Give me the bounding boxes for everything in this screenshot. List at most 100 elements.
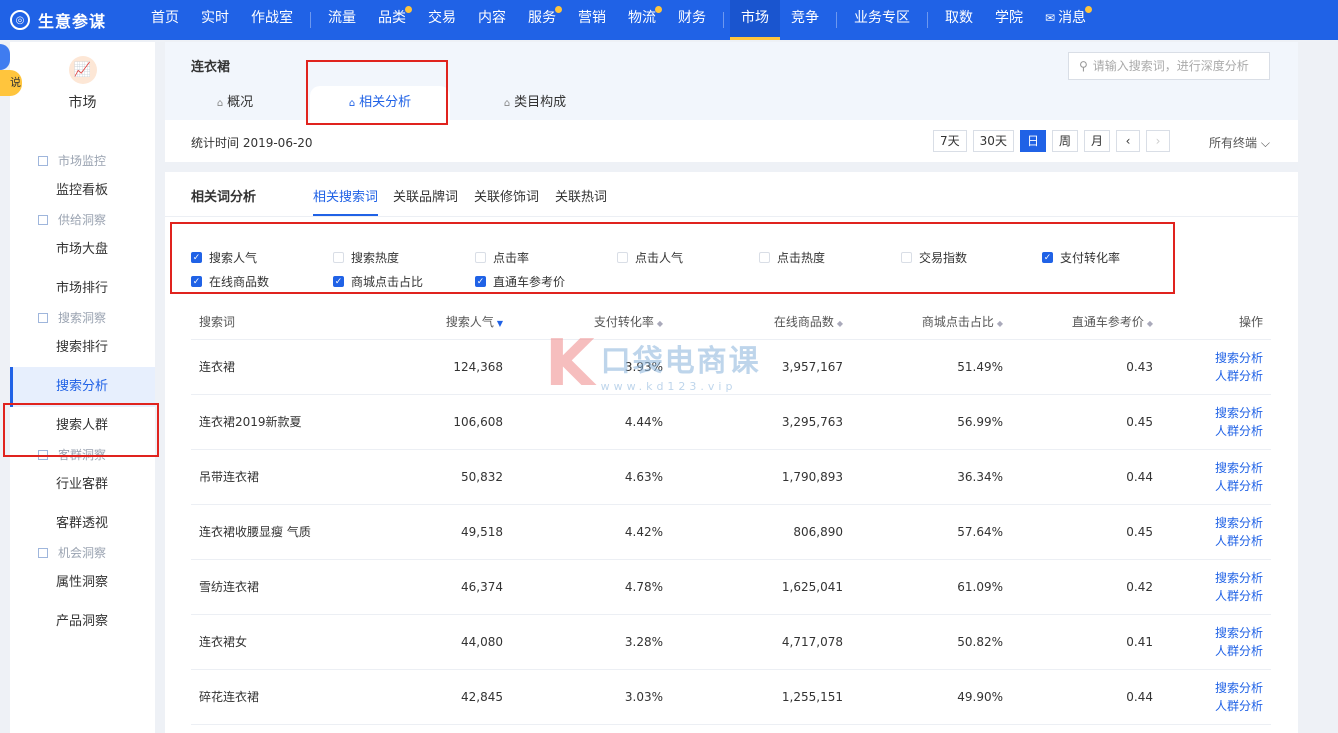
nav-item-1-0[interactable]: 流量 [317,0,367,40]
date-button[interactable]: 7天 [933,130,967,152]
nav-item-1-5[interactable]: 营销 [567,0,617,40]
group-building-icon [38,155,48,166]
date-button[interactable]: 日 [1019,130,1046,152]
date-button[interactable]: 周 [1051,130,1078,152]
metric-checkbox[interactable]: 搜索热度 [333,249,399,266]
related-words-panel: 相关词分析 相关搜索词 关联品牌词 关联修饰词 关联热词 ✓ 搜索人气 搜索热度 点击率 点击… [165,172,1298,733]
category-header-panel: 连衣裙 ⚲ 请输入搜索词，进行深度分析 ⌂ 概况 ⌂ 相关分析 ⌂ 类目构成 统计时间 20… [165,42,1298,162]
sidebar-item[interactable]: 客群透视 [10,504,155,544]
nav-item-1-1[interactable]: 品类 [367,0,417,40]
column-label: 操作 [1238,315,1263,330]
nav-item-label: 竞争 [791,10,819,26]
search-input[interactable]: ⚲ 请输入搜索词，进行深度分析 [1068,52,1270,80]
crowd-analysis-link[interactable]: 人群分析 [1169,587,1263,605]
crowd-analysis-link[interactable]: 人群分析 [1169,642,1263,660]
tab-0[interactable]: ⌂ 概况 [190,86,280,120]
nav-item-1-3[interactable]: 内容 [467,0,517,40]
nav-item-0-0[interactable]: 首页 [140,0,190,40]
sidebar-item[interactable]: 搜索排行 [10,328,155,368]
table-row: 连衣裙女 44,080 3.28% 4,717,078 50.82% 0.41 搜索分析 人群… [191,614,1271,670]
nav-separator [310,12,311,28]
sidebar-item[interactable]: 属性洞察 [10,563,155,603]
metric-checkbox[interactable]: 交易指数 [901,249,967,266]
tab-2[interactable]: ⌂ 类目构成 [480,86,590,120]
search-analysis-link[interactable]: 搜索分析 [1169,404,1263,422]
metric-checkbox[interactable]: 点击热度 [759,249,825,266]
unchecked-box [901,252,912,263]
nav-item-4-1[interactable]: 学院 [984,0,1034,40]
search-analysis-link[interactable]: 搜索分析 [1169,349,1263,367]
sidebar-item[interactable]: 监控看板 [10,171,155,211]
search-placeholder: 请输入搜索词，进行深度分析 [1092,59,1249,73]
sort-icon[interactable]: ◆ [837,319,843,328]
subtab-2[interactable]: 关联修饰词 [474,186,539,216]
crowd-analysis-link[interactable]: 人群分析 [1169,697,1263,715]
nav-item-1-4[interactable]: 服务 [517,0,567,40]
date-button[interactable]: 月 [1083,130,1110,152]
metric-label: 点击人气 [635,251,684,265]
metric-checkbox[interactable]: ✓ 商城点击占比 [333,273,423,290]
subtab-1[interactable]: 关联品牌词 [393,186,458,216]
metric-checkbox[interactable]: 点击人气 [617,249,683,266]
table-row: 连衣裙收腰显瘦 气质 49,518 4.42% 806,890 57.64% 0.45 搜索… [191,504,1271,560]
sidebar-group-title: 搜索洞察 [38,309,106,326]
prev-date-button[interactable]: ‹ [1116,130,1140,152]
sidebar-item[interactable]: 搜索人群 [10,406,155,446]
table-row: 吊带连衣裙 50,832 4.63% 1,790,893 36.34% 0.44 搜索分析人… [191,449,1271,505]
column-header[interactable]: 商城点击占比 ◆ [851,305,1011,340]
nav-item-1-2[interactable]: 交易 [417,0,467,40]
nav-item-0-1[interactable]: 实时 [190,0,240,40]
panel-divider [165,216,1298,217]
terminal-select[interactable]: 所有终端 ⌵ [1209,134,1270,151]
table-cell: 46,374 [361,559,511,615]
subtab-0[interactable]: 相关搜索词 [313,186,379,216]
crowd-analysis-link[interactable]: 人群分析 [1169,477,1263,495]
next-date-button[interactable]: › [1146,130,1170,152]
nav-item-1-6[interactable]: 物流 [617,0,667,40]
checked-icon: ✓ [191,276,202,287]
search-analysis-link[interactable]: 搜索分析 [1169,459,1263,477]
metric-checkbox[interactable]: ✓ 搜索人气 [191,249,257,266]
nav-item-2-1[interactable]: 竞争 [780,0,830,40]
metric-checkbox[interactable]: ✓ 在线商品数 [191,273,269,290]
sort-icon[interactable]: ◆ [997,319,1003,328]
search-analysis-link[interactable]: 搜索分析 [1169,624,1263,642]
help-bubble-icon[interactable] [0,44,10,70]
tab-1[interactable]: ⌂ 相关分析 [310,86,450,120]
column-header[interactable]: 在线商品数 ◆ [671,305,851,340]
subtab-3[interactable]: 关联热词 [555,186,607,216]
nav-item-0-2[interactable]: 作战室 [240,0,304,40]
sort-icon[interactable]: ◆ [657,319,663,328]
nav-item-4-2[interactable]: ✉ 消息 [1034,0,1097,40]
metric-checkbox[interactable]: ✓ 直通车参考价 [475,273,565,290]
sort-icon[interactable]: ◆ [1147,319,1153,328]
search-analysis-link[interactable]: 搜索分析 [1169,514,1263,532]
column-header[interactable]: 直通车参考价 ◆ [1011,305,1161,340]
sidebar-item[interactable]: 行业客群 [10,465,155,505]
crowd-analysis-link[interactable]: 人群分析 [1169,422,1263,440]
app-logo[interactable]: ◎ 生意参谋 [0,8,140,32]
sidebar-item[interactable]: 搜索分析 [10,367,155,407]
search-analysis-link[interactable]: 搜索分析 [1169,679,1263,697]
search-icon: ⚲ [1079,59,1088,73]
column-header[interactable]: 搜索人气 ▼ [361,305,511,340]
date-button[interactable]: 30天 [972,130,1014,152]
nav-item-1-7[interactable]: 财务 [667,0,717,40]
sidebar-item[interactable]: 市场排行 [10,269,155,309]
nav-item-2-0[interactable]: 市场 [730,0,780,40]
sidebar-item[interactable]: 产品洞察 [10,602,155,642]
crowd-analysis-link[interactable]: 人群分析 [1169,367,1263,385]
nav-item-4-0[interactable]: 取数 [934,0,984,40]
group-building-icon [38,547,48,558]
search-analysis-link[interactable]: 搜索分析 [1169,569,1263,587]
sidebar-title: 市场 [68,95,97,111]
sidebar-item[interactable]: 市场大盘 [10,230,155,270]
column-header[interactable]: 支付转化率 ◆ [511,305,671,340]
nav-item-3-0[interactable]: 业务专区 [843,0,921,40]
metric-checkbox[interactable]: ✓ 支付转化率 [1042,249,1120,266]
sort-icon[interactable]: ▼ [497,319,503,328]
crowd-analysis-link[interactable]: 人群分析 [1169,532,1263,550]
panel-title: 相关词分析 [191,190,257,205]
metric-checkbox[interactable]: 点击率 [475,249,529,266]
help-tab[interactable]: 说明 [0,70,22,96]
